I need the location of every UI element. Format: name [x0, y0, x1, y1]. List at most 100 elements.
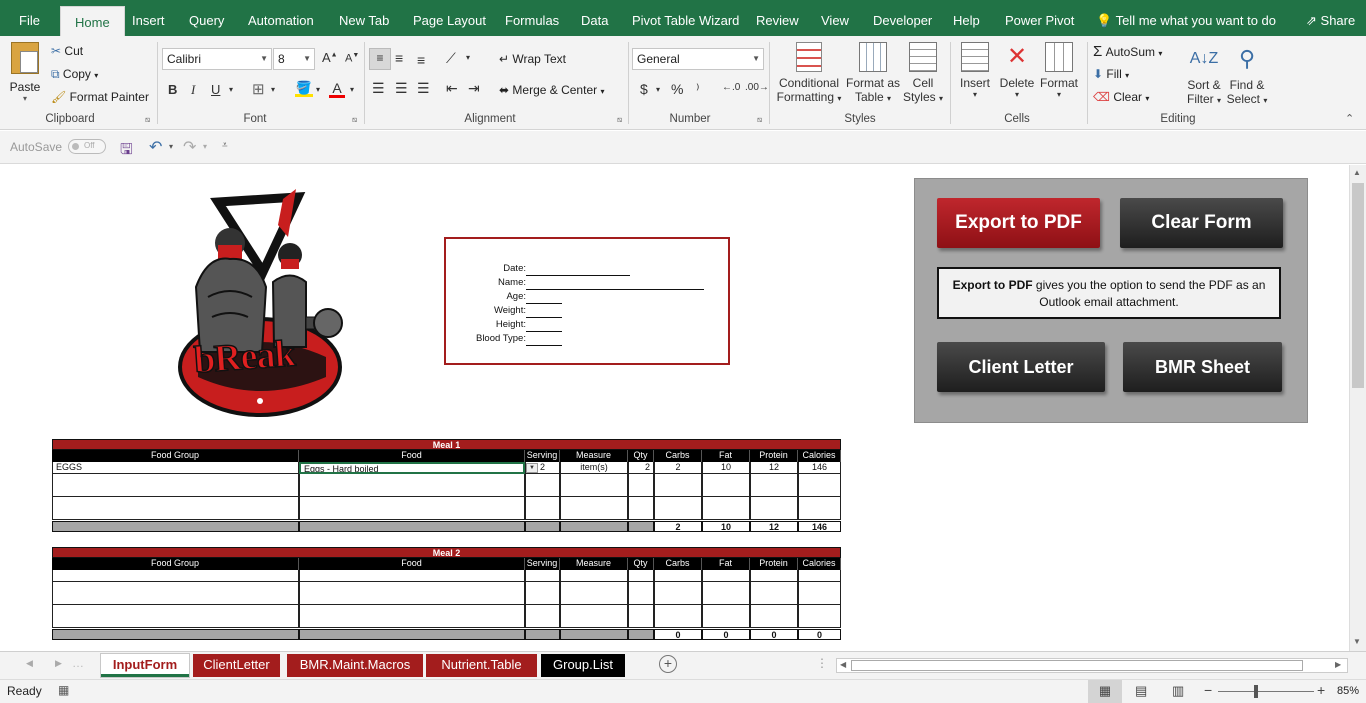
table-cell[interactable]	[798, 570, 841, 582]
date-field[interactable]	[526, 275, 630, 276]
table-cell[interactable]	[628, 616, 654, 629]
table-cell[interactable]	[798, 604, 841, 617]
table-cell[interactable]	[52, 496, 299, 509]
chevron-down-icon[interactable]: ▾	[316, 85, 320, 94]
table-cell[interactable]	[654, 581, 702, 594]
tab-page-layout[interactable]: Page Layout	[413, 0, 486, 36]
currency-button[interactable]: $	[640, 81, 648, 97]
table-cell[interactable]	[299, 570, 525, 582]
number-format-combo[interactable]: General ▼	[632, 48, 764, 70]
table-cell[interactable]	[628, 473, 654, 486]
italic-button[interactable]: I	[191, 82, 195, 98]
table-cell[interactable]	[702, 485, 750, 498]
chevron-down-icon[interactable]: ▾	[271, 85, 275, 94]
table-cell[interactable]	[525, 473, 560, 486]
tab-automation[interactable]: Automation	[248, 0, 314, 36]
table-cell[interactable]	[654, 496, 702, 509]
decrease-decimal-icon[interactable]: .00→	[745, 82, 769, 93]
underline-button[interactable]: U	[211, 82, 220, 97]
redo-icon[interactable]: ↷	[183, 137, 196, 157]
scroll-right-icon[interactable]: ▶	[1335, 660, 1341, 669]
chevron-down-icon[interactable]: ▾	[203, 142, 207, 151]
autosum-button[interactable]: Σ AutoSum ▾	[1093, 43, 1162, 60]
wrap-text-button[interactable]: ↵ Wrap Text	[499, 52, 566, 66]
table-cell[interactable]	[798, 593, 841, 606]
table-cell[interactable]	[702, 593, 750, 606]
table-cell[interactable]	[750, 496, 798, 509]
clear-form-button[interactable]: Clear Form	[1120, 198, 1283, 248]
tab-power-pivot[interactable]: Power Pivot	[1005, 0, 1074, 36]
table-cell[interactable]	[52, 485, 299, 498]
macro-record-icon[interactable]: ▦	[58, 683, 69, 697]
tab-scroll-right-icon[interactable]: ▶	[55, 658, 62, 669]
tab-query[interactable]: Query	[189, 0, 224, 36]
delete-cells-button[interactable]: ✕ Delete ▾	[997, 42, 1037, 99]
table-cell[interactable]	[654, 485, 702, 498]
table-cell[interactable]	[750, 570, 798, 582]
scroll-up-icon[interactable]: ▲	[1353, 168, 1361, 177]
table-cell[interactable]	[52, 570, 299, 582]
table-cell[interactable]	[560, 496, 628, 509]
copy-button[interactable]: ⧉ Copy ▾	[51, 67, 98, 82]
increase-font-icon[interactable]: A▲	[322, 50, 338, 65]
table-cell[interactable]	[798, 485, 841, 498]
font-color-icon[interactable]: A	[329, 80, 345, 98]
format-cells-button[interactable]: Format ▾	[1038, 42, 1080, 99]
zoom-slider[interactable]	[1218, 691, 1314, 692]
bmr-sheet-button[interactable]: BMR Sheet	[1123, 342, 1282, 392]
table-cell[interactable]	[525, 496, 560, 509]
table-cell[interactable]	[52, 581, 299, 594]
age-field[interactable]	[526, 303, 562, 304]
tab-data[interactable]: Data	[581, 0, 608, 36]
table-cell[interactable]	[299, 496, 525, 509]
table-cell[interactable]	[299, 581, 525, 594]
sheet-tab[interactable]: Group.List	[541, 654, 625, 677]
table-cell[interactable]	[525, 485, 560, 498]
table-cell[interactable]: 146	[798, 462, 841, 474]
table-cell[interactable]	[560, 604, 628, 617]
insert-cells-button[interactable]: Insert ▾	[955, 42, 995, 99]
table-cell[interactable]	[702, 616, 750, 629]
table-cell[interactable]	[798, 473, 841, 486]
chevron-down-icon[interactable]: ▾	[169, 142, 173, 151]
table-cell[interactable]	[750, 485, 798, 498]
table-cell[interactable]	[560, 616, 628, 629]
borders-icon[interactable]: ⊞	[252, 80, 265, 98]
align-right-icon[interactable]: ☰	[417, 80, 430, 97]
share-button[interactable]: ⇗ Share	[1306, 0, 1355, 36]
table-cell[interactable]	[52, 604, 299, 617]
table-cell[interactable]	[654, 570, 702, 582]
alignment-launcher-icon[interactable]: ⧅	[617, 115, 622, 125]
save-icon[interactable]: 🖫	[120, 139, 133, 164]
zoom-slider-thumb[interactable]	[1254, 685, 1258, 698]
horizontal-scrollbar[interactable]: ◀ ▶	[836, 658, 1348, 673]
table-cell[interactable]	[560, 485, 628, 498]
clear-button[interactable]: ⌫ Clear ▾	[1093, 90, 1149, 104]
table-cell[interactable]	[798, 508, 841, 521]
table-cell[interactable]	[525, 593, 560, 606]
chevron-down-icon[interactable]: ▾	[350, 85, 354, 94]
tab-help[interactable]: Help	[953, 0, 980, 36]
table-cell[interactable]	[525, 508, 560, 521]
conditional-formatting-button[interactable]: Conditional Formatting ▾	[776, 42, 842, 104]
table-cell[interactable]	[299, 593, 525, 606]
percent-button[interactable]: %	[671, 81, 683, 97]
table-cell[interactable]	[702, 508, 750, 521]
table-cell[interactable]	[299, 604, 525, 617]
table-cell[interactable]	[750, 508, 798, 521]
name-field[interactable]	[526, 289, 704, 290]
weight-field[interactable]	[526, 317, 562, 318]
find-select-button[interactable]: ⚲ Find & Select ▾	[1226, 42, 1268, 106]
normal-view-button[interactable]: ▦	[1088, 680, 1122, 703]
align-center-icon[interactable]: ☰	[395, 80, 408, 97]
orientation-icon[interactable]: ⟋	[446, 50, 456, 67]
bold-button[interactable]: B	[168, 82, 177, 97]
table-cell[interactable]	[560, 581, 628, 594]
sheet-tab[interactable]: InputForm	[101, 654, 189, 677]
table-cell[interactable]	[628, 604, 654, 617]
table-cell[interactable]: 12	[750, 462, 798, 474]
merge-center-button[interactable]: ⬌ Merge & Center ▾	[499, 83, 604, 97]
sheet-tab[interactable]: Nutrient.Table	[426, 654, 537, 677]
blood-type-field[interactable]	[526, 345, 562, 346]
font-name-combo[interactable]: Calibri ▼	[162, 48, 272, 70]
